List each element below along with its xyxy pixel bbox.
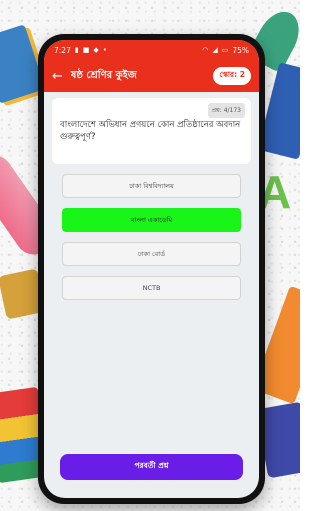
signal-icon: ▮ <box>74 46 79 54</box>
app-screen: 7:27 ▮ ■ ◆ • ◠ ◢ ▭ 75% ← ষষ্ঠ শ্রেণির কু… <box>44 40 259 498</box>
option-button[interactable]: NCTB <box>62 276 241 300</box>
wifi-icon: ◠ <box>202 46 209 54</box>
question-counter: প্রশ্ন: 4/173 <box>207 103 245 118</box>
options-list: ঢাকা বিশ্ববিদ্যালয় বাংলা একাডেমি ঢাকা ব… <box>44 164 259 300</box>
option-button[interactable]: ঢাকা বিশ্ববিদ্যালয় <box>62 174 241 198</box>
back-arrow-icon[interactable]: ← <box>52 70 63 83</box>
question-text: বাংলাদেশে অভিধান প্রণয়নে কোন প্রতিষ্ঠান… <box>60 120 241 142</box>
page-title: ষষ্ঠ শ্রেণির কুইজ <box>70 69 137 81</box>
phone-frame: 7:27 ▮ ■ ◆ • ◠ ◢ ▭ 75% ← ষষ্ঠ শ্রেণির কু… <box>38 34 265 504</box>
status-bar: 7:27 ▮ ■ ◆ • ◠ ◢ ▭ 75% <box>44 40 259 60</box>
option-button-correct[interactable]: বাংলা একাডেমি <box>62 208 241 232</box>
battery-icon: ▭ <box>221 46 229 54</box>
status-time: 7:27 <box>54 45 71 55</box>
option-button[interactable]: ঢাকা বোর্ড <box>62 242 241 266</box>
next-question-button[interactable]: পরবর্তী প্রশ্ন <box>60 454 243 480</box>
score-badge: স্কোর: 2 <box>213 67 251 85</box>
question-card: প্রশ্ন: 4/173 বাংলাদেশে অভিধান প্রণয়নে … <box>52 98 251 164</box>
notification-icon: ■ <box>82 46 90 54</box>
battery-percent: 75% <box>232 45 249 55</box>
shield-icon: ◆ <box>93 46 99 54</box>
cell-signal-icon: ◢ <box>212 46 218 54</box>
app-bar: ← ষষ্ঠ শ্রেণির কুইজ স্কোর: 2 <box>44 60 259 92</box>
dot-icon: • <box>102 46 107 54</box>
